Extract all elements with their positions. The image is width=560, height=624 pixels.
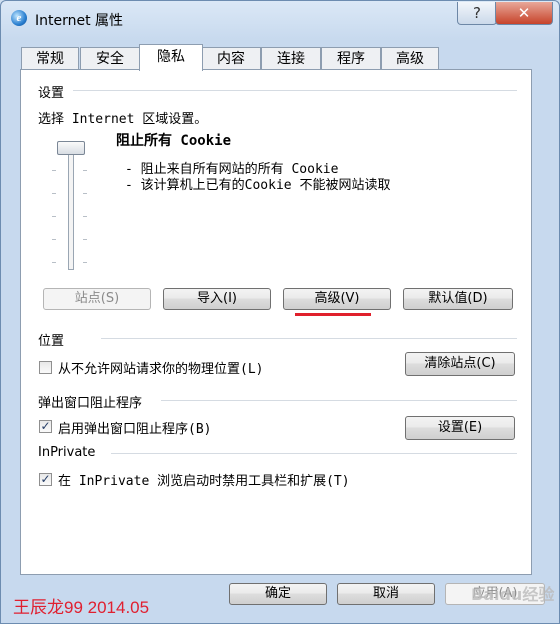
cancel-button[interactable]: 取消 (337, 583, 435, 605)
tab-privacy[interactable]: 隐私 (139, 44, 203, 71)
close-button[interactable]: ✕ (495, 2, 553, 25)
zone-prompt: 选择 Internet 区域设置。 (38, 112, 208, 127)
inprivate-checkbox[interactable]: ✓ (39, 473, 52, 486)
popup-settings-button[interactable]: 设置(E) (405, 416, 515, 440)
import-button[interactable]: 导入(I) (163, 288, 271, 310)
inprivate-group-label: InPrivate (38, 445, 96, 460)
location-group-label: 位置 (38, 334, 65, 349)
popup-checkbox[interactable]: ✓ (39, 420, 52, 433)
location-checkbox[interactable] (39, 361, 52, 374)
advanced-button[interactable]: 高级(V) (283, 288, 391, 310)
location-divider (101, 338, 517, 339)
settings-group-label: 设置 (38, 86, 65, 101)
slider-tick (83, 193, 87, 194)
privacy-slider-track[interactable] (68, 148, 74, 270)
author-watermark: 王辰龙99 2014.05 (13, 598, 150, 617)
inprivate-divider (111, 453, 517, 454)
slider-tick (52, 193, 56, 194)
privacy-bullet: - 该计算机上已有的Cookie 不能被网站读取 (125, 178, 391, 193)
settings-divider (73, 90, 517, 91)
popup-group-label: 弹出窗口阻止程序 (38, 396, 143, 411)
annotation-underline (295, 313, 371, 316)
privacy-slider-thumb[interactable] (57, 141, 85, 155)
tab-programs[interactable]: 程序 (321, 47, 381, 70)
privacy-panel: 设置 选择 Internet 区域设置。 阻止所有 Cookie - 阻止来自所… (20, 69, 532, 575)
tab-content[interactable]: 内容 (201, 47, 261, 70)
tab-security[interactable]: 安全 (80, 47, 140, 70)
slider-tick (52, 239, 56, 240)
ie-icon: e (11, 10, 27, 26)
title-bar[interactable]: e Internet 属性 ? ✕ (1, 1, 559, 35)
inprivate-checkbox-label[interactable]: 在 InPrivate 浏览启动时禁用工具栏和扩展(T) (58, 470, 350, 489)
slider-tick (52, 262, 56, 263)
popup-checkbox-label[interactable]: 启用弹出窗口阻止程序(B) (58, 418, 211, 437)
slider-tick (83, 216, 87, 217)
baidu-logo: Baidu经验 (471, 585, 555, 604)
location-checkbox-label[interactable]: 从不允许网站请求你的物理位置(L) (58, 358, 263, 377)
slider-tick (83, 262, 87, 263)
tab-advanced[interactable]: 高级 (381, 47, 439, 70)
dialog-window: e Internet 属性 ? ✕ 常规 安全 隐私 内容 连接 程序 高级 设… (0, 0, 560, 624)
window-title: Internet 属性 (35, 13, 124, 29)
default-button[interactable]: 默认值(D) (403, 288, 513, 310)
popup-divider (161, 400, 517, 401)
tab-connections[interactable]: 连接 (261, 47, 321, 70)
slider-tick (83, 239, 87, 240)
sites-button[interactable]: 站点(S) (43, 288, 151, 310)
slider-tick (52, 170, 56, 171)
tab-general[interactable]: 常规 (21, 47, 79, 70)
help-button[interactable]: ? (457, 2, 497, 25)
ok-button[interactable]: 确定 (229, 583, 327, 605)
privacy-level-title: 阻止所有 Cookie (116, 133, 232, 149)
slider-tick (83, 170, 87, 171)
slider-tick (52, 216, 56, 217)
clear-sites-button[interactable]: 清除站点(C) (405, 352, 515, 376)
